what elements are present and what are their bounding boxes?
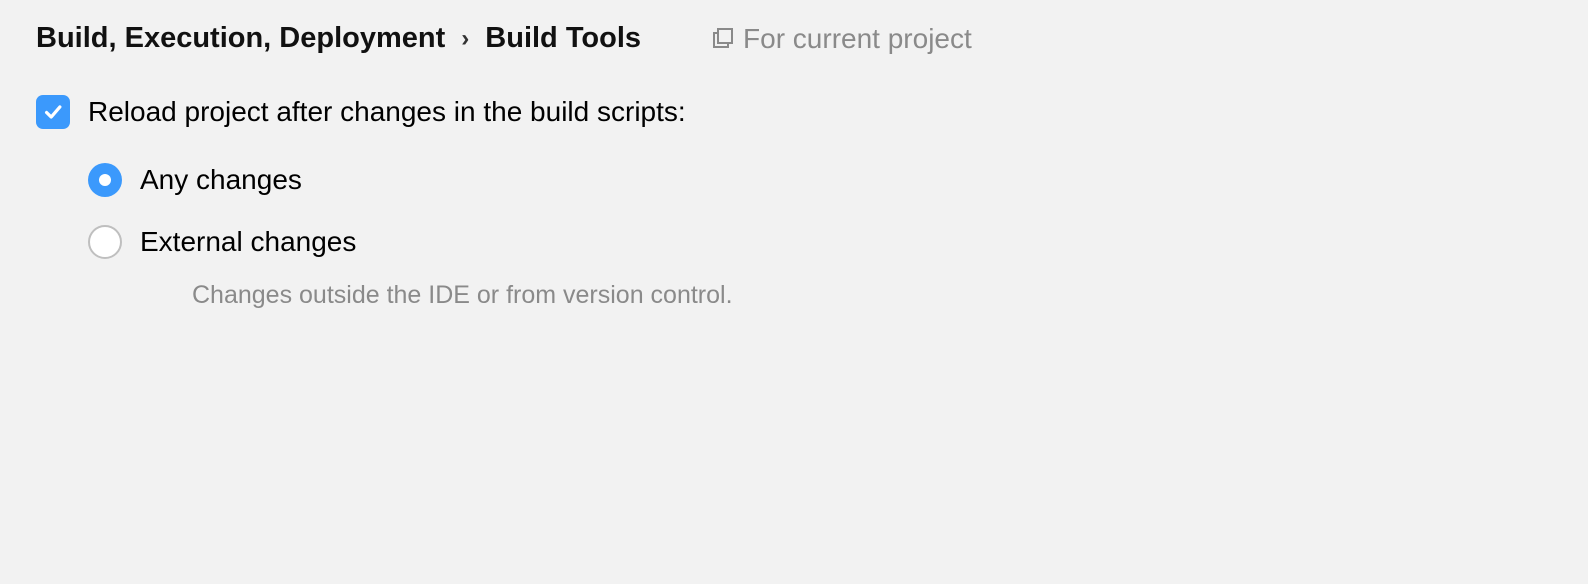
radio-any-changes-label: Any changes [140,164,302,196]
checkmark-icon [42,101,64,123]
radio-any-changes[interactable]: Any changes [88,163,1552,197]
settings-header: Build, Execution, Deployment › Build Too… [36,22,1552,55]
breadcrumb-parent[interactable]: Build, Execution, Deployment [36,22,445,55]
scope-text: For current project [743,23,972,55]
reload-project-label: Reload project after changes in the buil… [88,96,686,128]
project-scope-icon [711,27,735,51]
radio-external-changes-label: External changes [140,226,356,258]
radio-external-changes-input[interactable] [88,225,122,259]
radio-external-changes[interactable]: External changes [88,225,1552,259]
reload-project-option[interactable]: Reload project after changes in the buil… [36,95,1552,129]
reload-mode-radio-group: Any changes External changes Changes out… [88,163,1552,310]
radio-any-changes-input[interactable] [88,163,122,197]
reload-project-checkbox[interactable] [36,95,70,129]
radio-external-changes-description: Changes outside the IDE or from version … [192,281,1552,310]
breadcrumb-separator: › [461,25,469,53]
breadcrumb: Build, Execution, Deployment › Build Too… [36,22,641,55]
scope-indicator: For current project [711,23,972,55]
breadcrumb-current: Build Tools [485,22,641,55]
